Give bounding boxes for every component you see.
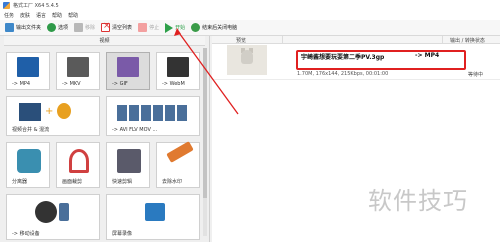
tile-screen-record-label: 屏幕录像 <box>112 231 133 237</box>
clear-list-icon <box>101 21 111 32</box>
clear-list-button[interactable]: 清空列表 <box>99 21 134 34</box>
file-name: 宇崎酱想要玩耍第二季PV.3gp <box>301 54 385 61</box>
folder-icon <box>5 23 14 32</box>
crop-icon <box>69 149 89 173</box>
tile-gif[interactable]: -> GIF <box>106 52 150 90</box>
shutdown-after-button[interactable]: 结束后关闭电脑 <box>189 22 239 34</box>
tile-mkv-label: -> MKV <box>62 81 81 87</box>
phone-icon <box>59 203 69 221</box>
tile-remove-watermark-label: 去除水印 <box>162 179 183 185</box>
quick-clip-icon <box>117 149 141 173</box>
remove-icon <box>74 23 84 32</box>
webm-icon <box>167 57 189 77</box>
mobile-device-icon <box>35 201 57 223</box>
app-window: 格式工厂 X64 5.4.5 任务 皮肤 语言 帮助 帮助 输出文件夹 选项 移… <box>0 0 500 242</box>
options-button[interactable]: 选项 <box>45 22 70 34</box>
tile-remove-watermark[interactable]: 去除水印 <box>156 141 200 188</box>
shutdown-after-label: 结束后关闭电脑 <box>202 25 238 31</box>
target-format: -> MP4 <box>415 52 440 59</box>
mp4-icon <box>17 57 39 77</box>
tile-splitter-label: 分离器 <box>12 179 28 185</box>
multi-format-icon <box>117 105 187 121</box>
file-list-row[interactable]: 宇崎酱想要玩耍第二季PV.3gp -> MP4 1.70M, 176x144, … <box>212 45 500 80</box>
tile-screen-record[interactable]: 屏幕录像 <box>106 194 200 240</box>
tile-crop[interactable]: 画面裁剪 <box>56 142 100 188</box>
music-icon <box>57 103 71 119</box>
output-folder-button[interactable]: 输出文件夹 <box>3 22 43 34</box>
start-button[interactable]: 开始 <box>163 22 187 34</box>
conversion-status: 等待中 <box>468 72 484 78</box>
tile-mp4-label: -> MP4 <box>12 81 31 87</box>
menu-item-language[interactable]: 语言 <box>36 12 46 19</box>
category-header-video[interactable]: 视频 <box>4 36 205 46</box>
app-logo-icon <box>3 1 10 9</box>
title-bar: 格式工厂 X64 5.4.5 <box>0 0 500 10</box>
shutdown-icon <box>191 23 201 32</box>
tile-quick-clip[interactable]: 快速剪辑 <box>106 142 150 188</box>
remove-label: 移除 <box>85 25 96 31</box>
tile-mp4[interactable]: -> MP4 <box>6 52 50 90</box>
tile-crop-label: 画面裁剪 <box>62 179 83 185</box>
screen-record-icon <box>145 203 165 221</box>
menu-item-task[interactable]: 任务 <box>4 12 14 19</box>
thumbnail-face <box>241 50 253 64</box>
column-output-status[interactable]: 输出 / 转换状态 <box>450 37 485 44</box>
options-icon <box>47 23 57 32</box>
list-header: 预览 输出 / 转换状态 <box>212 36 500 44</box>
clear-list-label: 清空列表 <box>112 25 133 31</box>
watermark-text: 软件技巧 <box>368 187 468 215</box>
remove-button[interactable]: 移除 <box>72 22 97 34</box>
left-scrollbar-thumb[interactable] <box>203 48 207 198</box>
tile-video-merge[interactable]: + 视频合并 & 混流 <box>6 96 100 136</box>
mkv-icon <box>67 57 89 77</box>
tile-multi-format-label: -> AVI FLV MOV ... <box>112 127 158 133</box>
menu-bar: 任务 皮肤 语言 帮助 帮助 <box>0 10 500 20</box>
plus-icon: + <box>45 106 54 117</box>
tile-mobile-device-label: -> 移动设备 <box>12 231 40 237</box>
play-icon <box>165 22 174 33</box>
window-title: 格式工厂 X64 5.4.5 <box>13 2 59 9</box>
file-info: 1.70M, 176x144, 215Kbps, 00:01:00 <box>297 71 389 77</box>
column-separator[interactable] <box>282 36 283 44</box>
left-panel: 视频 -> MP4 -> MKV -> GIF -> WebM + 视频合并 &… <box>0 36 210 242</box>
tile-webm[interactable]: -> WebM <box>156 52 200 90</box>
stop-label: 停止 <box>149 25 160 31</box>
toolbar: 输出文件夹 选项 移除 清空列表 停止 开始 结束后关闭电脑 <box>0 20 500 36</box>
stop-button[interactable]: 停止 <box>136 22 161 34</box>
video-merge-icon <box>19 103 41 121</box>
video-thumbnail <box>227 45 267 75</box>
gif-icon <box>117 57 139 77</box>
menu-item-help-2[interactable]: 帮助 <box>68 12 78 19</box>
row-divider <box>212 79 500 80</box>
column-separator[interactable] <box>442 36 443 44</box>
category-label: 视频 <box>99 38 110 44</box>
tile-splitter[interactable]: 分离器 <box>6 142 50 188</box>
stop-icon <box>138 23 148 32</box>
column-preview[interactable]: 预览 <box>236 37 246 44</box>
options-label: 选项 <box>58 25 69 31</box>
menu-item-help[interactable]: 帮助 <box>52 12 62 19</box>
tile-mkv[interactable]: -> MKV <box>56 52 100 90</box>
tile-mobile-device[interactable]: -> 移动设备 <box>6 194 100 240</box>
splitter-icon <box>17 149 41 173</box>
start-label: 开始 <box>175 25 186 31</box>
tile-video-merge-label: 视频合并 & 混流 <box>12 127 50 133</box>
left-scrollbar[interactable] <box>203 48 207 236</box>
output-folder-label: 输出文件夹 <box>16 25 42 31</box>
tile-quick-clip-label: 快速剪辑 <box>112 179 133 185</box>
tile-gif-label: -> GIF <box>112 81 128 87</box>
menu-item-skin[interactable]: 皮肤 <box>20 12 30 19</box>
remove-watermark-icon <box>166 141 194 163</box>
tile-multi-format[interactable]: -> AVI FLV MOV ... <box>106 96 200 136</box>
tile-webm-label: -> WebM <box>162 81 185 87</box>
